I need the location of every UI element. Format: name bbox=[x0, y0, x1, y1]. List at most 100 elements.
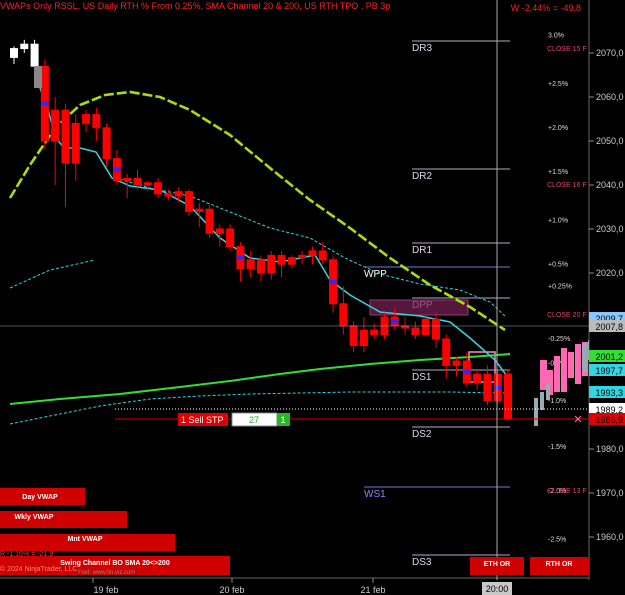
candle-body bbox=[123, 177, 132, 182]
candle-body bbox=[30, 43, 39, 67]
vwap-marker bbox=[494, 385, 502, 390]
tpo-bar bbox=[568, 352, 574, 378]
candle-body bbox=[277, 254, 286, 265]
candle-body bbox=[359, 329, 368, 347]
candle-body bbox=[267, 254, 276, 274]
cancel-order-icon[interactable]: ✕ bbox=[573, 414, 582, 426]
vwap-marker bbox=[329, 279, 337, 284]
candle-body bbox=[184, 191, 193, 212]
candle-body bbox=[164, 193, 173, 197]
copyright-label: © 2024 NinjaTrader, LLC bbox=[0, 565, 77, 573]
candle-body bbox=[483, 373, 492, 402]
candle-body bbox=[257, 259, 265, 274]
candle-body bbox=[421, 318, 430, 336]
candle-body bbox=[174, 191, 183, 197]
pivot-label-ds2: DS2 bbox=[412, 429, 432, 440]
y-tick-label: 2060,0 bbox=[596, 92, 624, 102]
chart-title: VWAPs Only RSSL, US Daily RTH % From 0.2… bbox=[0, 1, 390, 11]
chart-background bbox=[0, 0, 625, 595]
candle-body bbox=[452, 360, 461, 366]
pct-level-label: -2.5% bbox=[548, 536, 566, 543]
candle-body bbox=[102, 127, 111, 160]
close-level-label: CLOSE 16 F bbox=[547, 182, 587, 189]
candle-body bbox=[370, 329, 379, 336]
vwap-marker bbox=[236, 255, 244, 260]
candle-body bbox=[205, 208, 214, 234]
candle-body bbox=[92, 114, 101, 129]
pct-level-label: +2.0% bbox=[548, 125, 568, 132]
close-level-label: CLOSE 20 F bbox=[547, 312, 587, 319]
y-tick-label: 2040,0 bbox=[596, 180, 624, 190]
pivot-label-dr1: DR1 bbox=[412, 245, 432, 256]
y-tick-label: 2030,0 bbox=[596, 224, 624, 234]
weekly-vwap-label: Wkly VWAP bbox=[15, 514, 54, 521]
candle-body bbox=[308, 250, 317, 256]
candle-body bbox=[61, 109, 70, 164]
candle-body bbox=[473, 373, 482, 384]
price-tag-label: 1997,7 bbox=[595, 366, 623, 376]
pct-level-label: +1.0% bbox=[548, 217, 568, 224]
pct-level-label: +0.25% bbox=[548, 283, 572, 290]
x-tick-label: 20 feb bbox=[219, 585, 244, 595]
candle-body bbox=[71, 122, 80, 164]
pivot-label-dr2: DR2 bbox=[412, 171, 432, 182]
cursor-time-label: 20:00 bbox=[486, 584, 509, 594]
vwap-marker bbox=[463, 370, 471, 374]
y-tick-label: 1960,0 bbox=[596, 532, 624, 542]
y-tick-label: 2070,0 bbox=[596, 48, 624, 58]
pct-change-label: R -1.16% = -21.9 bbox=[0, 551, 53, 558]
pct-level-label: -1.5% bbox=[548, 444, 566, 451]
pct-level-label: +1.5% bbox=[548, 169, 568, 176]
candle-body bbox=[298, 254, 307, 259]
pct-level-label: +2.5% bbox=[548, 81, 568, 88]
order-qty-button-label: 1 bbox=[280, 415, 285, 425]
tpo-bar bbox=[540, 360, 547, 390]
chart-canvas[interactable]: VWAPs Only RSSL, US Daily RTH % From 0.2… bbox=[0, 0, 625, 595]
vwap-marker bbox=[113, 167, 121, 172]
candle-body bbox=[10, 48, 18, 58]
finviz-label: Fwd: www.fin.viz.com bbox=[78, 570, 135, 576]
y-tick-label: 2050,0 bbox=[596, 136, 624, 146]
tpo-bar-gray bbox=[540, 392, 544, 410]
price-tag-label: 1993,3 bbox=[595, 388, 623, 398]
candle-body bbox=[287, 257, 296, 265]
candle-body bbox=[411, 327, 420, 336]
x-tick-label: 19 feb bbox=[93, 585, 118, 595]
tpo-bar bbox=[554, 356, 560, 392]
candle-body bbox=[226, 228, 235, 248]
pct-level-label: -0.25% bbox=[548, 336, 570, 343]
change-readout: W -2,44% = -49,8 bbox=[511, 3, 581, 13]
candle-body bbox=[504, 373, 512, 419]
order-qty-value: 27 bbox=[249, 415, 259, 425]
candle-body bbox=[133, 177, 142, 186]
rth-or-label: RTH OR bbox=[546, 561, 573, 568]
candle-body bbox=[51, 109, 60, 142]
tpo-bar-gray bbox=[546, 384, 550, 400]
candle-body bbox=[34, 66, 42, 88]
y-tick-label: 1970,0 bbox=[596, 488, 624, 498]
candle-body bbox=[431, 318, 440, 340]
price-tags: 2009,72007,82001,21997,71993,31989,21986… bbox=[589, 312, 625, 425]
candle-body bbox=[349, 325, 358, 347]
vwap-marker bbox=[391, 319, 399, 324]
candle-body bbox=[195, 208, 204, 212]
tpo-bar-gray bbox=[582, 344, 587, 372]
monthly-vwap-label: Mnt VWAP bbox=[68, 536, 103, 543]
y-tick-label: 2020,0 bbox=[596, 268, 624, 278]
pivot-label-dr3: DR3 bbox=[412, 43, 432, 54]
y-tick-label: 1980,0 bbox=[596, 444, 624, 454]
pivot-label-ds1: DS1 bbox=[412, 372, 432, 383]
candle-body bbox=[82, 114, 91, 124]
x-tick-label: 21 feb bbox=[360, 585, 385, 595]
close-level-label: CLOSE 15 F bbox=[547, 46, 587, 53]
pivot-label-ws1: WS1 bbox=[364, 489, 386, 500]
tpo-bar bbox=[561, 348, 567, 392]
price-tag-label: 2001,2 bbox=[595, 352, 623, 362]
candle-body bbox=[20, 43, 29, 50]
price-tag-label: 1986,9 bbox=[595, 415, 623, 425]
candle-body bbox=[339, 303, 348, 327]
tpo-bar bbox=[575, 344, 581, 384]
vwap-marker bbox=[41, 101, 49, 106]
pivot-label-ds3: DS3 bbox=[412, 557, 432, 568]
tpo-bar-gray bbox=[588, 340, 589, 360]
